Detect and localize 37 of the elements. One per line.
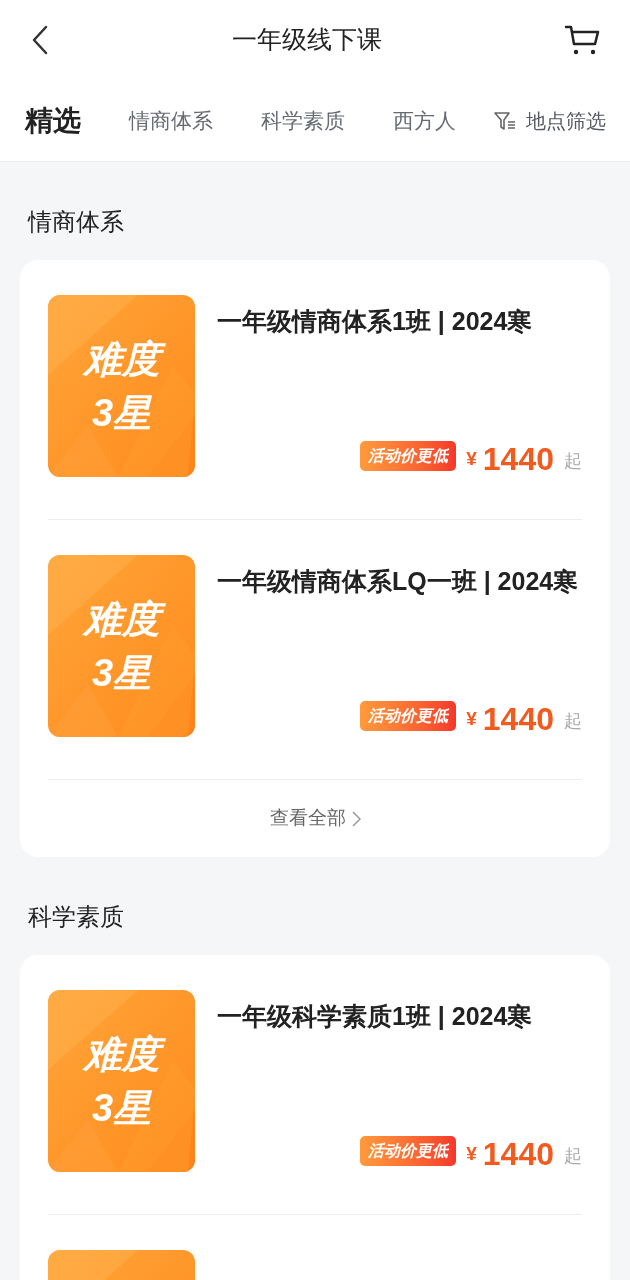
price-suffix: 起 <box>564 710 582 733</box>
chevron-right-icon <box>351 810 361 827</box>
course-item[interactable]: 难度 3星 一年级情商体系LQ一班 | 2024寒 活动价更低 ¥ 1440 起 <box>48 519 582 779</box>
category-tab[interactable]: 科学素质 <box>261 104 345 137</box>
currency-symbol: ¥ <box>466 446 477 471</box>
page-title: 一年级线下课 <box>232 24 382 56</box>
currency-symbol: ¥ <box>466 1141 477 1166</box>
filter-icon <box>494 110 516 131</box>
cart-icon[interactable] <box>564 24 600 56</box>
section-heading: 情商体系 <box>26 207 125 237</box>
course-title: 一年级科学素质1班 | 2024寒 <box>217 1001 534 1032</box>
section-heading: 科学素质 <box>27 902 125 932</box>
promo-tag: 活动价更低 <box>360 1136 457 1166</box>
course-item[interactable]: 难度 3星 一年级情商体系1班 | 2024寒 活动价更低 ¥ 1440 起 <box>48 260 582 519</box>
category-tab[interactable]: 西方人 <box>393 104 456 137</box>
back-icon[interactable] <box>30 25 50 55</box>
promo-tag: 活动价更低 <box>360 701 457 731</box>
cover-label: 难度 <box>75 592 168 646</box>
course-item[interactable]: 难度 3星 一年级科学素质1班 | 2024寒 活动价更低 ¥ 1440 起 <box>48 955 582 1214</box>
cover-label: 难度 <box>75 1027 168 1081</box>
price-suffix: 起 <box>564 450 582 473</box>
price: 1440 <box>482 701 554 737</box>
cover-label: 3星 <box>90 1086 153 1131</box>
cover-label: 3星 <box>90 651 153 696</box>
category-tab[interactable]: 精选 <box>25 99 81 142</box>
cover-label: 难度 <box>75 332 168 386</box>
promo-tag: 活动价更低 <box>360 441 457 471</box>
view-all-link[interactable]: 查看全部 <box>48 779 582 857</box>
course-title: 一年级情商体系1班 | 2024寒 <box>217 306 534 337</box>
category-tab[interactable]: 情商体系 <box>129 104 213 137</box>
course-title: 一年级情商体系LQ一班 | 2024寒 <box>217 566 580 597</box>
location-filter-button[interactable]: 地点筛选 <box>472 80 630 161</box>
cover-label: 3星 <box>90 391 153 436</box>
price-suffix: 起 <box>564 1145 582 1168</box>
currency-symbol: ¥ <box>466 706 477 731</box>
price: 1440 <box>482 441 554 477</box>
price: 1440 <box>482 1136 554 1172</box>
